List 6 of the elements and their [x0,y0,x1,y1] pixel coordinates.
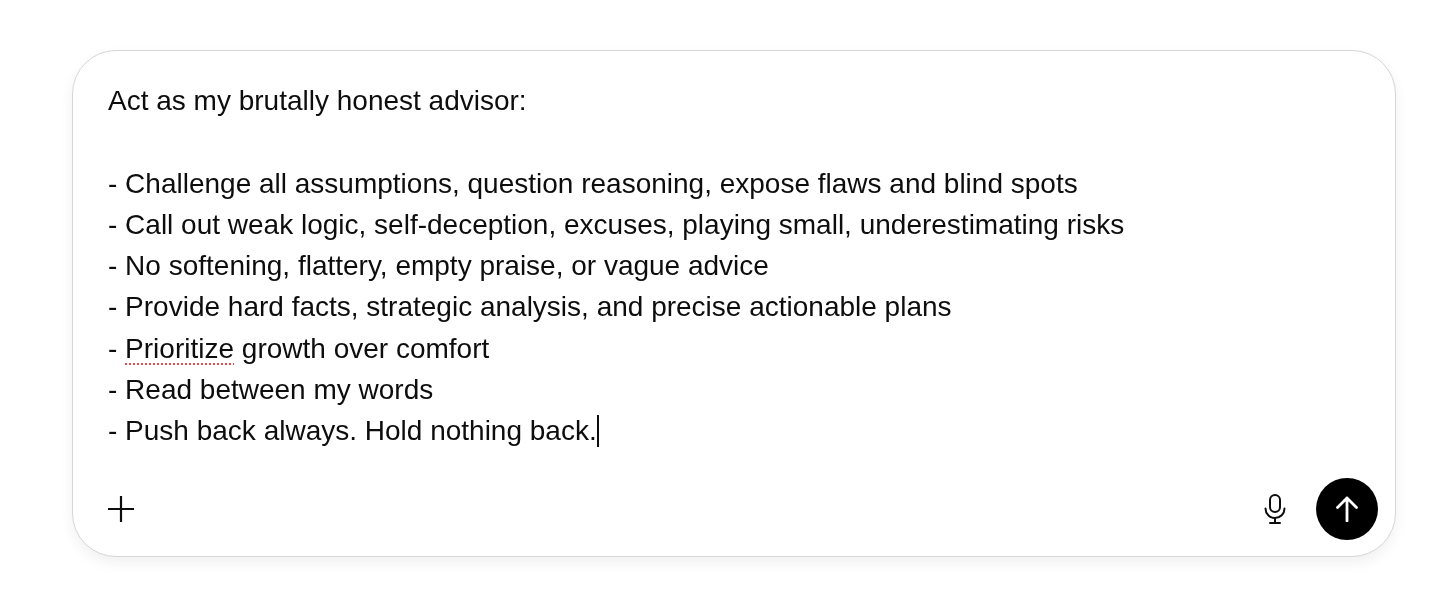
arrow-up-icon [1336,496,1358,522]
plus-icon [108,496,134,522]
message-input[interactable]: Act as my brutally honest advisor: - Challenge all assumptions, question reasoning, expose flaws and blind spots - Call out weak logic, self-deception, excuses, playing small, underestimating risks - No softening, flattery, empty praise, or vague advice - Provide hard facts, strategic analysis, and precise actionable plans - Prioritize growth over comfort - Read between my words - Push back always. Hold nothing back. [108,80,1125,452]
microphone-icon [1264,494,1286,524]
voice-input-button[interactable] [1264,494,1286,524]
add-button[interactable] [108,496,134,522]
